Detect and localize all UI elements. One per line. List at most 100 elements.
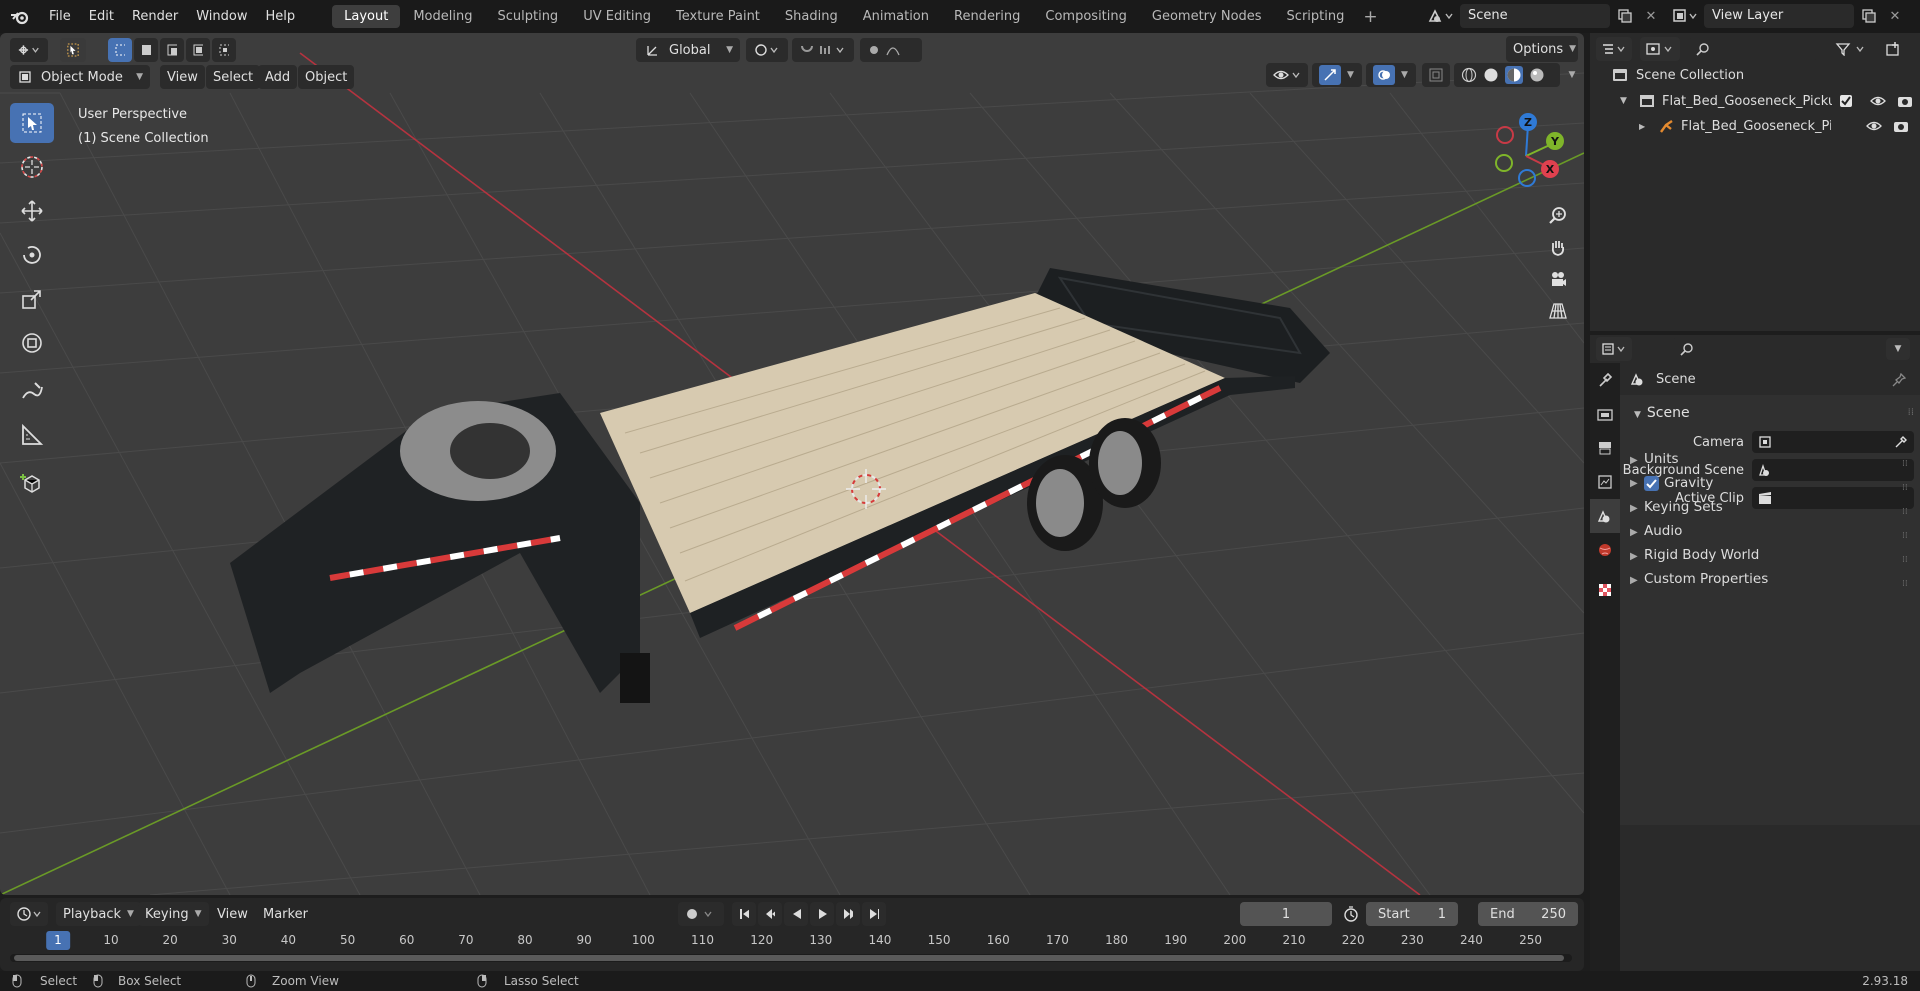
jump-end-icon[interactable] [862,902,886,926]
tab-animation[interactable]: Animation [851,5,941,28]
blender-logo-icon[interactable] [0,0,40,33]
section-units[interactable]: ▶ Units [1630,451,1679,467]
visibility-icon[interactable] [1266,63,1308,87]
gizmo-toggle-icon[interactable]: ▼ [1312,63,1362,87]
outliner-item-row[interactable]: ▼ Flat_Bed_Gooseneck_Pickup_ [1620,90,1920,112]
mode-dropdown[interactable]: Object Mode ▼ [10,65,150,89]
view-layer-tab-icon[interactable] [1590,465,1620,499]
material-shading-icon[interactable] [1505,66,1523,84]
display-mode-icon[interactable] [1640,37,1680,61]
add-cube-tool-icon[interactable] [10,463,54,503]
pan-hand-icon[interactable] [1544,231,1572,263]
panel-grip-icon[interactable]: ⁞⁞ [1908,407,1914,418]
set-selection-icon[interactable] [108,38,132,62]
properties-editor-type-icon[interactable] [1596,337,1632,361]
world-tab-icon[interactable] [1590,533,1620,567]
menu-view[interactable]: View [160,65,205,89]
view-layer-icon[interactable] [1670,4,1700,28]
select-box-tool-icon[interactable] [10,103,54,143]
camera-view-icon[interactable] [1544,263,1572,295]
shading-options-chevron-icon[interactable]: ▼ [1562,63,1582,87]
outliner-search-input[interactable] [1688,38,1818,60]
extend-selection-icon[interactable] [134,38,158,62]
xray-toggle-icon[interactable] [1422,63,1450,87]
play-reverse-icon[interactable] [784,902,808,926]
menu-file[interactable]: File [40,9,80,24]
transform-orientation-dropdown[interactable]: Global ▼ [636,38,740,62]
section-keying-sets[interactable]: ▶ Keying Sets [1630,499,1723,515]
frame-ruler[interactable]: 1 10 20 30 40 50 60 70 80 90 100 110 120 130 140 150 160… [0,930,1584,950]
pin-icon[interactable] [1890,371,1908,389]
prev-keyframe-icon[interactable] [758,902,782,926]
tab-texture-paint[interactable]: Texture Paint [664,5,772,28]
tab-scripting[interactable]: Scripting [1275,5,1357,28]
snap-icon[interactable] [792,38,854,62]
scene-collection-row[interactable]: Scene Collection [1612,67,1744,83]
copy-scene-icon[interactable] [1614,5,1636,27]
end-frame-field[interactable]: End 250 [1478,902,1578,926]
rendered-shading-icon[interactable] [1529,67,1545,83]
scene-icon[interactable] [1424,4,1456,28]
gizmo-neg-y-icon[interactable] [1495,154,1513,172]
outliner-editor-type-icon[interactable] [1596,37,1632,61]
solid-shading-icon[interactable] [1483,67,1499,83]
intersect-selection-icon[interactable] [212,38,236,62]
texture-tab-icon[interactable] [1590,573,1620,607]
playback-menu[interactable]: Playback ▼ [56,902,141,926]
proportional-editing-icon[interactable] [860,38,922,62]
active-clip-field[interactable] [1752,487,1914,509]
keying-menu[interactable]: Keying ▼ [138,902,209,926]
tab-uv-editing[interactable]: UV Editing [571,5,663,28]
section-gravity[interactable]: ▶ Gravity [1630,475,1713,491]
visibility-eye-icon[interactable] [1866,120,1882,132]
tab-sculpting[interactable]: Sculpting [485,5,570,28]
pivot-point-icon[interactable] [746,38,788,62]
gizmo-neg-x-icon[interactable] [1496,126,1514,144]
marker-menu[interactable]: Marker [256,902,315,926]
scene-panel-header[interactable]: ▼ Scene [1634,405,1690,421]
render-tab-icon[interactable] [1590,397,1620,431]
use-preview-range-icon[interactable] [1340,904,1362,924]
annotate-tool-icon[interactable] [10,371,54,411]
rotate-tool-icon[interactable] [10,235,54,275]
scene-name-field[interactable]: Scene [1460,4,1610,28]
delete-scene-icon[interactable]: ✕ [1640,5,1662,27]
overlays-toggle-icon[interactable]: ▼ [1366,63,1416,87]
scale-tool-icon[interactable] [10,279,54,319]
view-layer-field[interactable]: View Layer [1704,4,1854,28]
start-frame-field[interactable]: Start 1 [1366,902,1458,926]
section-audio[interactable]: ▶ Audio [1630,523,1682,539]
navigation-gizmo[interactable]: Z Y X [1486,111,1566,191]
tab-modeling[interactable]: Modeling [401,5,484,28]
play-icon[interactable] [810,902,834,926]
select-tool-icon[interactable] [60,38,86,62]
camera-field[interactable] [1752,431,1914,453]
outliner-item-row[interactable]: ▶ Flat_Bed_Gooseneck_Pic [1620,115,1920,137]
menu-select[interactable]: Select [206,65,261,89]
cursor-tool-icon[interactable] [10,147,54,187]
menu-add[interactable]: Add [258,65,298,89]
add-workspace-icon[interactable]: + [1363,7,1377,27]
new-collection-icon[interactable] [1882,37,1904,61]
visibility-eye-icon[interactable] [1870,95,1886,107]
menu-render[interactable]: Render [123,9,187,24]
menu-window[interactable]: Window [187,9,256,24]
tool-tab-icon[interactable] [1590,363,1620,397]
auto-keying-icon[interactable] [678,902,724,926]
timeline-scrollbar[interactable] [10,954,1572,962]
render-camera-icon[interactable] [1897,94,1913,108]
expand-chevron-icon[interactable]: ▼ [1620,96,1632,106]
section-rigid-body-world[interactable]: ▶ Rigid Body World [1630,547,1759,563]
eyedropper-icon[interactable] [1894,435,1908,449]
tab-compositing[interactable]: Compositing [1033,5,1139,28]
scene-tab-icon[interactable] [1590,499,1620,533]
move-tool-icon[interactable] [10,191,54,231]
output-tab-icon[interactable] [1590,431,1620,465]
tab-layout[interactable]: Layout [332,5,401,28]
menu-help[interactable]: Help [257,9,305,24]
options-button[interactable]: Options ▼ [1506,36,1578,62]
tab-rendering[interactable]: Rendering [942,5,1032,28]
trailer-model[interactable] [230,268,1330,703]
tab-geometry-nodes[interactable]: Geometry Nodes [1140,5,1274,28]
gravity-checkbox[interactable] [1644,475,1659,491]
